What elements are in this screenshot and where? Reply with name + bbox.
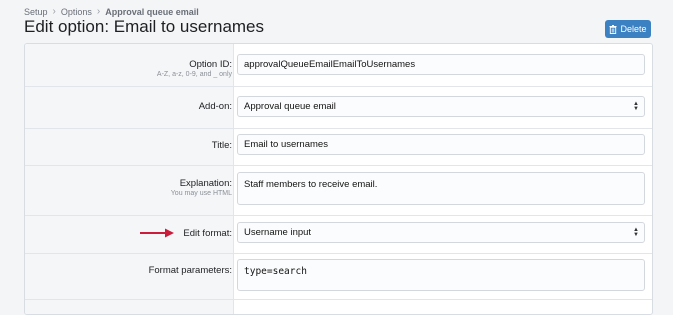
format-parameters-textarea[interactable]: type=search	[237, 259, 645, 291]
row-divider	[25, 215, 652, 216]
addon-label: Add-on:	[198, 101, 232, 112]
addon-value: Approval queue email	[244, 101, 336, 112]
explanation-hint: You may use HTML	[170, 190, 232, 197]
red-arrow-icon	[140, 228, 174, 238]
breadcrumb-item-setup[interactable]: Setup	[24, 7, 48, 17]
breadcrumb: Setup › Options › Approval queue email	[24, 6, 199, 17]
breadcrumb-separator-icon: ›	[96, 6, 101, 17]
edit-format-label: Edit format:	[183, 228, 232, 239]
explanation-value: Staff members to receive email.	[244, 179, 378, 190]
explanation-textarea[interactable]: Staff members to receive email.	[237, 172, 645, 205]
breadcrumb-item-options[interactable]: Options	[61, 7, 92, 17]
select-arrows-icon: ▲ ▼	[633, 100, 639, 112]
addon-select[interactable]: Approval queue email ▲ ▼	[237, 96, 645, 117]
title-value: Email to usernames	[244, 139, 328, 150]
option-id-label: Option ID:	[189, 59, 232, 70]
option-id-input[interactable]: approvalQueueEmailEmailToUsernames	[237, 54, 645, 75]
format-parameters-label: Format parameters:	[148, 265, 232, 276]
edit-format-select[interactable]: Username input ▲ ▼	[237, 222, 645, 243]
option-id-hint: A-Z, a-z, 0-9, and _ only	[156, 71, 232, 78]
title-input[interactable]: Email to usernames	[237, 134, 645, 155]
page-title: Edit option: Email to usernames	[24, 17, 265, 36]
option-id-value: approvalQueueEmailEmailToUsernames	[244, 59, 416, 70]
breadcrumb-separator-icon: ›	[52, 6, 56, 17]
delete-button-label: Delete	[620, 24, 647, 34]
option-edit-form: Option ID: A-Z, a-z, 0-9, and _ only app…	[24, 43, 653, 315]
row-divider	[25, 253, 652, 254]
delete-button[interactable]: Delete	[605, 20, 651, 38]
select-arrows-icon: ▲ ▼	[633, 226, 639, 238]
format-parameters-value: type=search	[244, 266, 307, 277]
title-label: Title:	[211, 140, 232, 151]
row-divider	[25, 128, 652, 129]
explanation-label: Explanation:	[179, 178, 232, 189]
edit-format-value: Username input	[244, 227, 312, 238]
row-divider	[25, 86, 652, 87]
breadcrumb-item-addon[interactable]: Approval queue email	[105, 7, 199, 17]
row-divider	[25, 165, 652, 166]
trash-icon	[609, 24, 617, 34]
